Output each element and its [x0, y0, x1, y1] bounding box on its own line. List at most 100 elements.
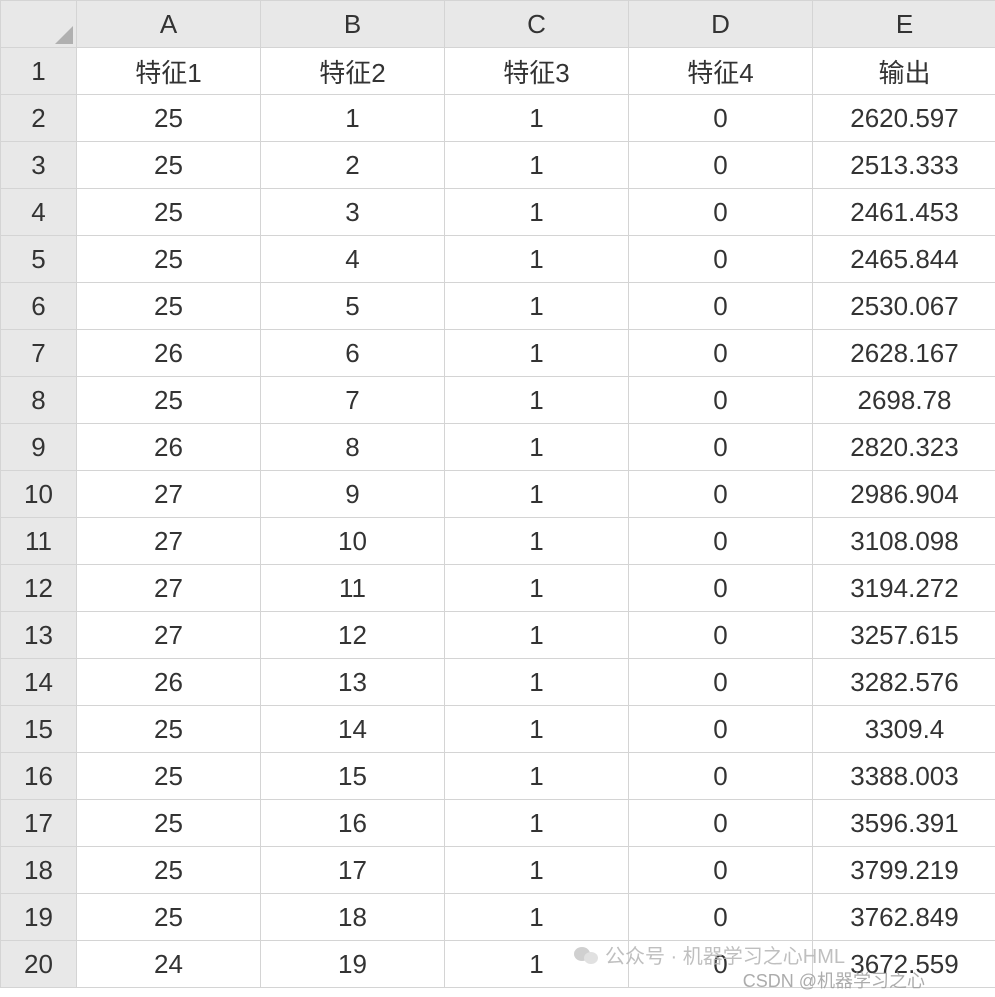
- cell[interactable]: 0: [629, 377, 813, 424]
- col-header-c[interactable]: C: [445, 1, 629, 48]
- cell[interactable]: 25: [77, 800, 261, 847]
- cell[interactable]: 2513.333: [813, 142, 995, 189]
- cell[interactable]: 1: [445, 424, 629, 471]
- cell[interactable]: 3672.559: [813, 941, 995, 988]
- cell[interactable]: 3762.849: [813, 894, 995, 941]
- cell[interactable]: 1: [445, 706, 629, 753]
- cell[interactable]: 1: [445, 189, 629, 236]
- cell[interactable]: 1: [445, 95, 629, 142]
- cell[interactable]: 19: [261, 941, 445, 988]
- cell[interactable]: 18: [261, 894, 445, 941]
- col-header-e[interactable]: E: [813, 1, 995, 48]
- row-header[interactable]: 5: [1, 236, 77, 283]
- cell[interactable]: 2: [261, 142, 445, 189]
- cell[interactable]: 25: [77, 189, 261, 236]
- cell[interactable]: 1: [445, 142, 629, 189]
- cell[interactable]: 27: [77, 612, 261, 659]
- cell[interactable]: 2986.904: [813, 471, 995, 518]
- cell[interactable]: 1: [445, 330, 629, 377]
- col-header-b[interactable]: B: [261, 1, 445, 48]
- cell[interactable]: 14: [261, 706, 445, 753]
- cell[interactable]: 0: [629, 471, 813, 518]
- cell[interactable]: 2461.453: [813, 189, 995, 236]
- cell[interactable]: 25: [77, 142, 261, 189]
- cell[interactable]: 3388.003: [813, 753, 995, 800]
- cell[interactable]: 特征4: [629, 48, 813, 95]
- row-header[interactable]: 19: [1, 894, 77, 941]
- cell[interactable]: 输出: [813, 48, 995, 95]
- cell[interactable]: 1: [445, 894, 629, 941]
- row-header[interactable]: 12: [1, 565, 77, 612]
- row-header[interactable]: 18: [1, 847, 77, 894]
- cell[interactable]: 1: [445, 941, 629, 988]
- row-header[interactable]: 6: [1, 283, 77, 330]
- cell[interactable]: 0: [629, 236, 813, 283]
- cell[interactable]: 3108.098: [813, 518, 995, 565]
- cell[interactable]: 9: [261, 471, 445, 518]
- row-header[interactable]: 14: [1, 659, 77, 706]
- cell[interactable]: 3: [261, 189, 445, 236]
- cell[interactable]: 27: [77, 471, 261, 518]
- cell[interactable]: 26: [77, 424, 261, 471]
- cell[interactable]: 25: [77, 95, 261, 142]
- cell[interactable]: 0: [629, 518, 813, 565]
- cell[interactable]: 25: [77, 894, 261, 941]
- cell[interactable]: 0: [629, 753, 813, 800]
- row-header[interactable]: 9: [1, 424, 77, 471]
- cell[interactable]: 3799.219: [813, 847, 995, 894]
- cell[interactable]: 3282.576: [813, 659, 995, 706]
- cell[interactable]: 17: [261, 847, 445, 894]
- cell[interactable]: 0: [629, 189, 813, 236]
- cell[interactable]: 1: [445, 565, 629, 612]
- cell[interactable]: 0: [629, 565, 813, 612]
- cell[interactable]: 0: [629, 941, 813, 988]
- cell[interactable]: 25: [77, 706, 261, 753]
- cell[interactable]: 1: [445, 753, 629, 800]
- cell[interactable]: 15: [261, 753, 445, 800]
- cell[interactable]: 3309.4: [813, 706, 995, 753]
- cell[interactable]: 0: [629, 142, 813, 189]
- row-header[interactable]: 16: [1, 753, 77, 800]
- row-header[interactable]: 8: [1, 377, 77, 424]
- cell[interactable]: 1: [445, 847, 629, 894]
- cell[interactable]: 0: [629, 847, 813, 894]
- cell[interactable]: 5: [261, 283, 445, 330]
- cell[interactable]: 0: [629, 330, 813, 377]
- cell[interactable]: 0: [629, 95, 813, 142]
- row-header[interactable]: 4: [1, 189, 77, 236]
- cell[interactable]: 3257.615: [813, 612, 995, 659]
- cell[interactable]: 2628.167: [813, 330, 995, 377]
- row-header[interactable]: 1: [1, 48, 77, 95]
- row-header[interactable]: 20: [1, 941, 77, 988]
- cell[interactable]: 25: [77, 236, 261, 283]
- cell[interactable]: 3194.272: [813, 565, 995, 612]
- cell[interactable]: 0: [629, 894, 813, 941]
- cell[interactable]: 8: [261, 424, 445, 471]
- row-header[interactable]: 17: [1, 800, 77, 847]
- cell[interactable]: 特征3: [445, 48, 629, 95]
- select-all-corner[interactable]: [1, 1, 77, 48]
- cell[interactable]: 1: [445, 659, 629, 706]
- row-header[interactable]: 11: [1, 518, 77, 565]
- cell[interactable]: 1: [445, 377, 629, 424]
- row-header[interactable]: 3: [1, 142, 77, 189]
- cell[interactable]: 4: [261, 236, 445, 283]
- cell[interactable]: 1: [445, 612, 629, 659]
- cell[interactable]: 1: [261, 95, 445, 142]
- cell[interactable]: 25: [77, 847, 261, 894]
- cell[interactable]: 0: [629, 612, 813, 659]
- cell[interactable]: 24: [77, 941, 261, 988]
- cell[interactable]: 13: [261, 659, 445, 706]
- cell[interactable]: 特征2: [261, 48, 445, 95]
- row-header[interactable]: 2: [1, 95, 77, 142]
- cell[interactable]: 10: [261, 518, 445, 565]
- cell[interactable]: 1: [445, 236, 629, 283]
- cell[interactable]: 1: [445, 471, 629, 518]
- cell[interactable]: 0: [629, 424, 813, 471]
- col-header-d[interactable]: D: [629, 1, 813, 48]
- row-header[interactable]: 15: [1, 706, 77, 753]
- cell[interactable]: 1: [445, 283, 629, 330]
- cell[interactable]: 2465.844: [813, 236, 995, 283]
- cell[interactable]: 特征1: [77, 48, 261, 95]
- cell[interactable]: 6: [261, 330, 445, 377]
